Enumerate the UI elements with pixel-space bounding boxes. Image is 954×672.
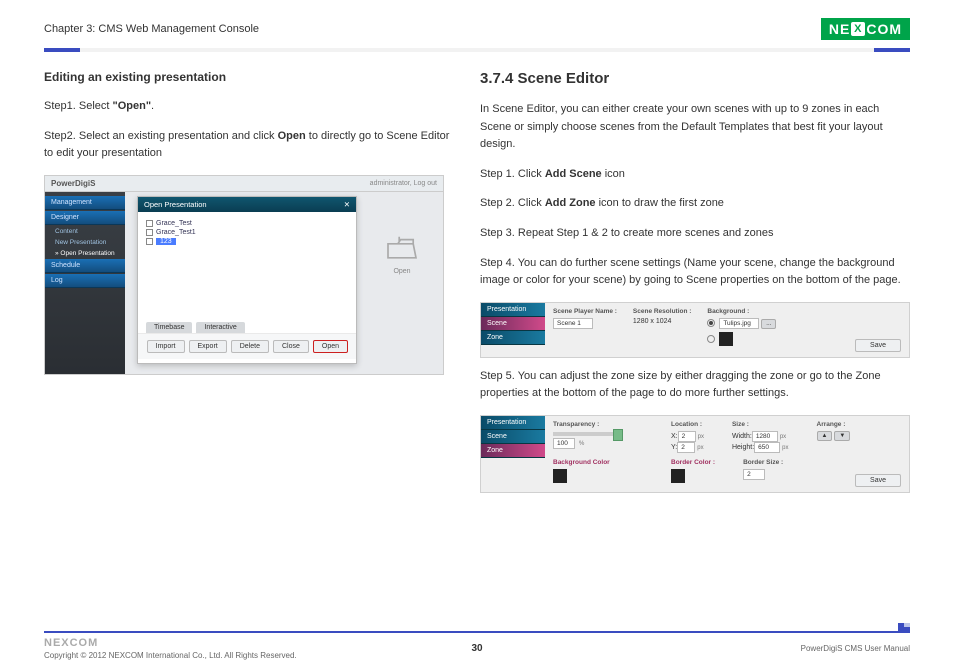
delete-button[interactable]: Delete	[231, 340, 269, 353]
sidebar: Management Designer Content New Presenta…	[45, 192, 125, 374]
bordersize-input[interactable]: 2	[743, 469, 765, 480]
scene-res-value: 1280 x 1024	[633, 318, 672, 325]
size-label: Size :	[732, 421, 789, 428]
sidebar-item-management[interactable]: Management	[45, 196, 125, 210]
scene-name-label: Scene Player Name :	[553, 308, 617, 315]
tab-interactive[interactable]: Interactive	[196, 322, 244, 333]
bg-radio-image[interactable]	[707, 319, 715, 327]
save-button[interactable]: Save	[855, 339, 901, 352]
arrange-down-button[interactable]: ▼	[834, 431, 850, 441]
bg-radio-color[interactable]	[707, 335, 715, 343]
bg-label: Background :	[707, 308, 776, 315]
page-footer: NEXCOM Copyright © 2012 NEXCOM Internati…	[44, 631, 910, 660]
open-label: Open	[379, 268, 425, 275]
bgcolor-swatch[interactable]	[553, 469, 567, 483]
save-button[interactable]: Save	[855, 474, 901, 487]
panel-tab-presentation[interactable]: Presentation	[481, 303, 545, 317]
step3-right: Step 3. Repeat Step 1 & 2 to create more…	[480, 225, 910, 243]
logo-left: NE	[829, 21, 850, 37]
dialog-title: Open Presentation	[144, 200, 207, 209]
tab-timebase[interactable]: Timebase	[146, 322, 192, 333]
step4-right: Step 4. You can do further scene setting…	[480, 255, 910, 290]
size-h-input[interactable]: 650	[754, 442, 780, 453]
scene-editor-intro: In Scene Editor, you can either create y…	[480, 101, 910, 154]
app-brand: PowerDigiS	[51, 179, 95, 188]
open-button[interactable]: Open	[313, 340, 348, 353]
header-rule	[44, 48, 910, 52]
bordercolor-swatch[interactable]	[671, 469, 685, 483]
arrange-up-button[interactable]: ▲	[817, 431, 833, 441]
open-shortcut[interactable]: Open	[379, 234, 425, 275]
import-button[interactable]: Import	[147, 340, 185, 353]
file-row[interactable]: Grace_Test	[146, 220, 348, 227]
copyright-text: Copyright © 2012 NEXCOM International Co…	[44, 651, 297, 660]
bg-browse-button[interactable]: ...	[761, 319, 776, 329]
scene-editor-heading: 3.7.4 Scene Editor	[480, 70, 910, 87]
page-number: 30	[471, 643, 482, 654]
manual-title: PowerDigiS CMS User Manual	[801, 644, 910, 653]
zone-properties-panel: Presentation Scene Zone Transparency : 1…	[480, 415, 910, 493]
loc-x-input[interactable]: 2	[678, 431, 696, 442]
size-w-input[interactable]: 1280	[752, 431, 778, 442]
chapter-title: Chapter 3: CMS Web Management Console	[44, 23, 259, 35]
scene-name-input[interactable]: Scene 1	[553, 318, 593, 329]
nexcom-logo: NE X COM	[821, 18, 910, 40]
close-button[interactable]: Close	[273, 340, 309, 353]
scene-res-label: Scene Resolution :	[633, 308, 692, 315]
user-logout[interactable]: administrator, Log out	[370, 180, 437, 187]
sidebar-item-schedule[interactable]: Schedule	[45, 259, 125, 273]
sidebar-item-designer[interactable]: Designer	[45, 211, 125, 225]
loc-y-input[interactable]: 2	[677, 442, 695, 453]
file-row[interactable]: Grace_Test1	[146, 229, 348, 236]
bg-file-input[interactable]: Tulips.jpg	[719, 318, 759, 329]
panel-tab-presentation[interactable]: Presentation	[481, 416, 545, 430]
sidebar-sub-open-presentation[interactable]: » Open Presentation	[45, 248, 125, 259]
step5-right: Step 5. You can adjust the zone size by …	[480, 368, 910, 403]
bgcolor-label: Background Color	[553, 459, 643, 466]
footer-logo: NEXCOM	[44, 637, 297, 649]
step2-text: Step2. Select an existing presentation a…	[44, 128, 452, 163]
step1-text: Step1. Select "Open".	[44, 98, 452, 116]
panel-tab-zone[interactable]: Zone	[481, 331, 545, 345]
scene-properties-panel: Presentation Scene Zone Scene Player Nam…	[480, 302, 910, 358]
bordercolor-label: Border Color :	[671, 459, 715, 466]
arrange-label: Arrange :	[817, 421, 851, 428]
panel-tab-scene[interactable]: Scene	[481, 317, 545, 331]
checkbox-icon[interactable]	[146, 220, 153, 227]
panel-tab-scene[interactable]: Scene	[481, 430, 545, 444]
sidebar-item-log[interactable]: Log	[45, 274, 125, 288]
bordersize-label: Border Size :	[743, 459, 783, 466]
dialog-close-icon[interactable]: ✕	[344, 200, 350, 209]
checkbox-icon[interactable]	[146, 238, 153, 245]
checkbox-icon[interactable]	[146, 229, 153, 236]
sidebar-sub-content[interactable]: Content	[45, 226, 125, 237]
step1-right: Step 1. Click Add Scene icon	[480, 166, 910, 184]
transparency-slider[interactable]	[553, 432, 623, 436]
logo-right: COM	[866, 21, 902, 37]
file-row-selected[interactable]: 123	[146, 238, 348, 245]
location-label: Location :	[671, 421, 704, 428]
step2-right: Step 2. Click Add Zone icon to draw the …	[480, 195, 910, 213]
panel-tab-zone[interactable]: Zone	[481, 444, 545, 458]
open-presentation-screenshot: PowerDigiS administrator, Log out Manage…	[44, 175, 444, 375]
logo-x: X	[851, 22, 865, 36]
transparency-input[interactable]: 100	[553, 438, 575, 449]
sidebar-sub-new-presentation[interactable]: New Presentation	[45, 237, 125, 248]
export-button[interactable]: Export	[189, 340, 227, 353]
edit-existing-heading: Editing an existing presentation	[44, 70, 452, 84]
transparency-label: Transparency :	[553, 421, 643, 428]
open-presentation-dialog: Open Presentation ✕ Grace_Test Grace_Tes…	[137, 196, 357, 364]
bg-color-swatch[interactable]	[719, 332, 733, 346]
folder-open-icon	[385, 234, 419, 262]
